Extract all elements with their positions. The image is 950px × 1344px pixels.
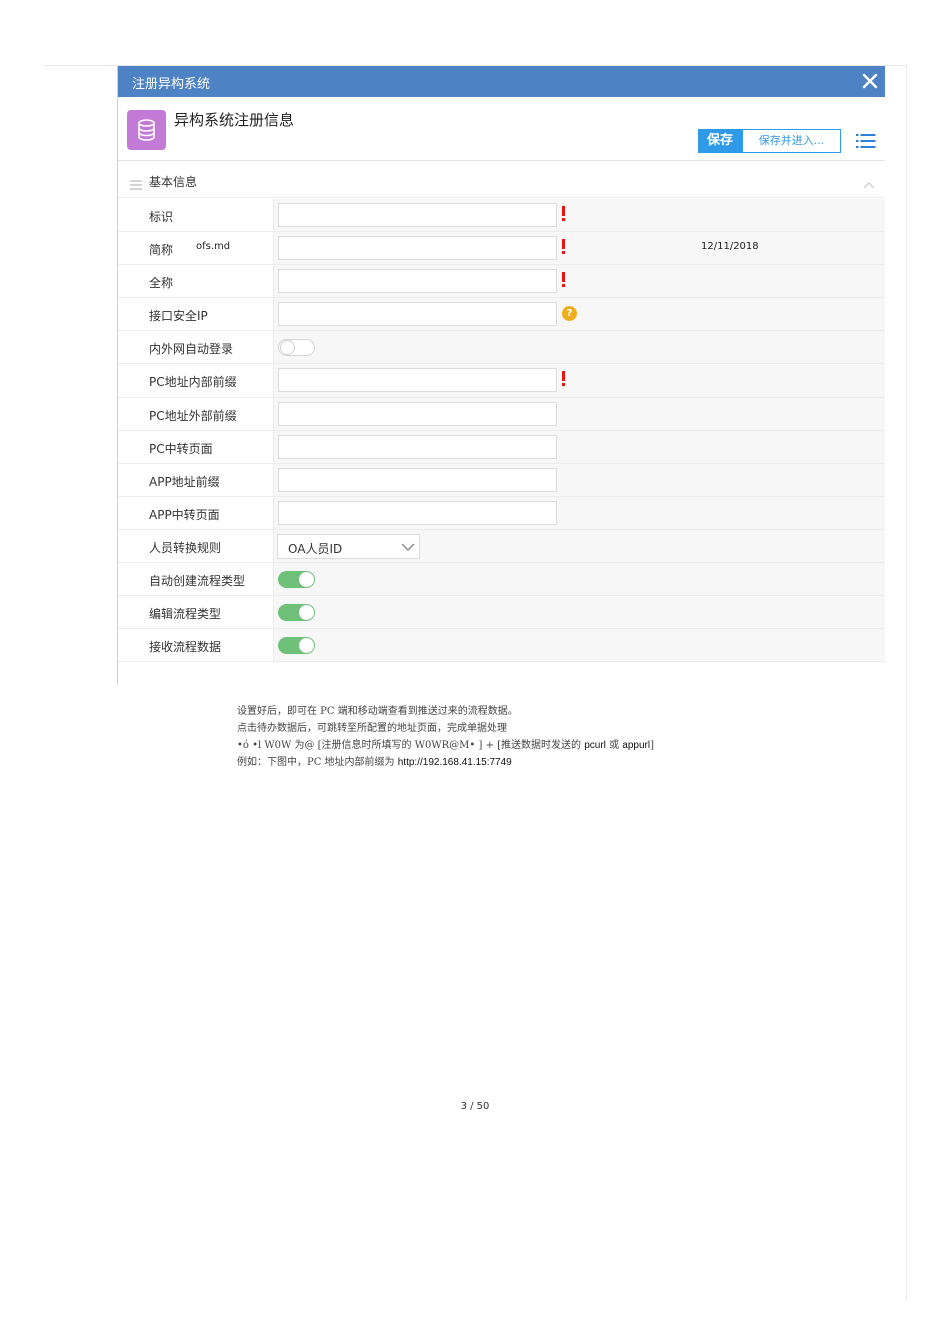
- section-label: 基本信息: [149, 175, 198, 189]
- form-label-cell: 编辑流程类型: [118, 596, 274, 629]
- text-input[interactable]: [278, 302, 557, 327]
- note-line: 设置好后，即可在 PC 端和移动端查看到推送过来的流程数据。: [237, 706, 518, 717]
- form-label: PC中转页面: [149, 441, 213, 456]
- form-label-cell: 人员转换规则: [118, 529, 274, 563]
- toggle-switch[interactable]: [278, 571, 315, 589]
- dialog-header: 异构系统注册信息 保存 保存并进入...: [118, 97, 885, 161]
- form-row: 接收流程数据: [118, 629, 885, 663]
- dialog-heading: 异构系统注册信息: [174, 111, 295, 129]
- form-label-cell: 标识: [118, 199, 274, 232]
- hamburger-icon: [130, 175, 142, 194]
- page-border-right: [906, 65, 907, 1300]
- form-row: 简称: [118, 232, 885, 266]
- form-label-cell: 自动创建流程类型: [118, 563, 274, 596]
- overlay-filename: ofs.md: [196, 241, 231, 252]
- save-button[interactable]: 保存: [698, 129, 742, 153]
- form-label: PC地址外部前缀: [149, 408, 237, 423]
- form-label-cell: PC地址内部前缀: [118, 364, 274, 397]
- note-text: •ó •l W0W 为@ [注册信息时所填写的 W0WR@M• ] + [推送数…: [237, 740, 585, 751]
- required-icon: [562, 206, 566, 221]
- close-icon[interactable]: [861, 72, 879, 90]
- form-label: 自动创建流程类型: [149, 574, 246, 589]
- form-row: PC中转页面: [118, 430, 885, 464]
- text-input[interactable]: [278, 368, 557, 393]
- note-text: 或: [605, 740, 623, 751]
- form-label: 编辑流程类型: [149, 607, 222, 622]
- dialog-titlebar: 注册异构系统: [118, 66, 885, 97]
- form-row: APP中转页面: [118, 496, 885, 530]
- form-row: APP地址前缀: [118, 463, 885, 497]
- section-basic-info[interactable]: 基本信息: [118, 162, 885, 198]
- dialog-title: 注册异构系统: [132, 77, 211, 92]
- chevron-up-icon[interactable]: [863, 174, 875, 193]
- page-number: 3 / 50: [460, 1101, 490, 1112]
- form-label-cell: 内外网自动登录: [118, 331, 274, 364]
- note-url: http://192.168.41.15:7749: [397, 757, 512, 768]
- note-line: 点击待办数据后，可跳转至所配置的地址页面，完成单据处理: [237, 723, 507, 734]
- note-pcurl: pcurl: [584, 740, 606, 751]
- basic-info-form: 标识简称全称接口安全IP? 内外网自动登录 PC地址内部前缀 PC地址外部前缀 PC中转…: [118, 199, 885, 663]
- form-label-cell: PC地址外部前缀: [118, 397, 274, 430]
- text-input[interactable]: [278, 467, 557, 492]
- form-label-cell: APP中转页面: [118, 496, 274, 529]
- form-label-cell: 接口安全IP: [118, 298, 274, 331]
- text-input[interactable]: [278, 236, 557, 261]
- form-row: 自动创建流程类型: [118, 563, 885, 597]
- form-label: APP中转页面: [149, 507, 220, 522]
- text-input[interactable]: [278, 269, 557, 294]
- person-rule-select[interactable]: OA人员ID: [277, 533, 420, 559]
- save-and-enter-button[interactable]: 保存并进入...: [742, 129, 841, 153]
- notes-block: 设置好后，即可在 PC 端和移动端查看到推送过来的流程数据。 点击待办数据后，可…: [237, 703, 797, 771]
- form-row: 人员转换规则 OA人员ID: [118, 529, 885, 564]
- form-label-cell: 全称: [118, 265, 274, 298]
- toggle-switch[interactable]: [278, 604, 315, 622]
- database-icon: [127, 110, 166, 150]
- form-row: 全称: [118, 265, 885, 299]
- toggle-switch[interactable]: [278, 339, 315, 357]
- form-label-cell: APP地址前缀: [118, 463, 274, 496]
- form-row: 内外网自动登录: [118, 331, 885, 365]
- form-row: 接口安全IP?: [118, 298, 885, 332]
- text-input[interactable]: [278, 203, 557, 227]
- register-dialog: 注册异构系统 异构系统注册信息 保存 保存并进入... 基本信息 标识 简称 全…: [117, 66, 885, 685]
- form-label: 内外网自动登录: [149, 342, 234, 357]
- note-text: 例如：下图中，PC 地址内部前缀为: [237, 757, 398, 768]
- note-line: •ó •l W0W 为@ [注册信息时所填写的 W0WR@M• ] + [推送数…: [237, 737, 797, 754]
- form-label: 人员转换规则: [149, 540, 222, 555]
- required-icon: [562, 239, 566, 255]
- toggle-knob: [299, 605, 314, 621]
- form-label: APP地址前缀: [149, 474, 220, 489]
- form-label: 全称: [149, 276, 174, 291]
- text-input[interactable]: [278, 401, 557, 426]
- help-icon[interactable]: ?: [562, 306, 577, 322]
- toggle-switch[interactable]: [278, 637, 315, 655]
- text-input[interactable]: [278, 500, 557, 525]
- note-appurl: appurl: [622, 740, 651, 751]
- form-row: PC地址外部前缀: [118, 397, 885, 431]
- form-row: PC地址内部前缀: [118, 364, 885, 398]
- form-row: 编辑流程类型: [118, 596, 885, 630]
- overlay-date: 12/11/2018: [701, 241, 759, 252]
- required-icon: [562, 272, 566, 288]
- chevron-down-icon: [401, 543, 415, 551]
- note-text: ]: [650, 740, 654, 751]
- toggle-knob: [299, 572, 314, 588]
- form-label-cell: PC中转页面: [118, 430, 274, 463]
- form-label: 标识: [149, 210, 174, 224]
- note-line: 例如：下图中，PC 地址内部前缀为 http://192.168.41.15:7…: [237, 754, 797, 771]
- list-menu-icon[interactable]: [856, 133, 876, 149]
- select-value: OA人员ID: [288, 541, 343, 556]
- form-label: PC地址内部前缀: [149, 375, 237, 390]
- form-row: 标识: [118, 199, 885, 233]
- form-label: 接收流程数据: [149, 640, 222, 655]
- toggle-knob: [299, 638, 314, 654]
- toggle-knob: [280, 340, 295, 356]
- form-label: 接口安全IP: [149, 309, 208, 324]
- required-icon: [562, 371, 566, 387]
- text-input[interactable]: [278, 434, 557, 459]
- form-label-cell: 接收流程数据: [118, 629, 274, 662]
- form-label: 简称: [149, 243, 174, 258]
